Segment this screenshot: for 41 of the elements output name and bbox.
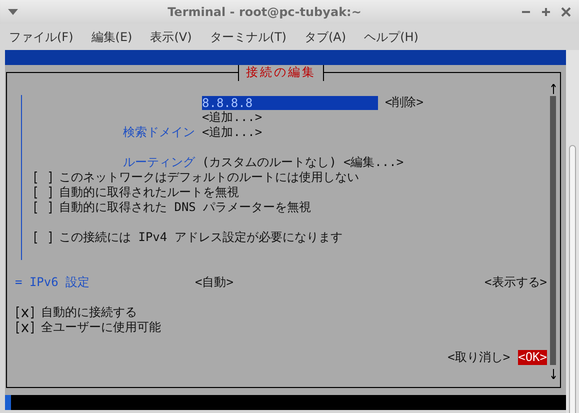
window-title: Terminal - root@pc-tubyak:~: [168, 4, 362, 21]
menu-item[interactable]: 編集(E): [82, 24, 142, 50]
scroll-up-icon[interactable]: [550, 84, 556, 94]
add-button[interactable]: <追加...>: [202, 125, 262, 140]
dialog-title: 接続の編集: [238, 65, 324, 81]
checkbox[interactable]: [33, 171, 53, 184]
terminal-cursor: [5, 395, 11, 410]
add-button[interactable]: <追加...>: [202, 110, 262, 125]
field-label: 検索ドメイン: [122, 125, 195, 140]
field-label: ルーティング: [122, 155, 195, 170]
checkbox-label: このネットワークはデフォルトのルートには使用しない: [59, 170, 359, 185]
menu-item[interactable]: 表示(V): [141, 24, 201, 50]
checkbox-label: 自動的に接続する: [41, 305, 137, 320]
menu-item[interactable]: ターミナル(T): [200, 24, 296, 50]
checkbox-label: 自動的に取得されたルートを無視: [59, 185, 239, 200]
checkbox[interactable]: [15, 321, 35, 334]
mode-button[interactable]: <自動>: [195, 275, 234, 290]
edit-button[interactable]: <編集...>: [343, 155, 404, 170]
checkbox-label: 全ユーザーに使用可能: [41, 320, 161, 335]
input-field[interactable]: 8.8.8.8: [202, 96, 378, 110]
checkbox[interactable]: [33, 201, 53, 214]
checkbox-label: この接続には IPv4 アドレス設定が必要になります: [59, 230, 342, 245]
dialog-button[interactable]: <取り消し>: [448, 350, 510, 365]
checkbox[interactable]: [15, 306, 35, 319]
remove-button[interactable]: <削除>: [385, 95, 424, 110]
section-label: = IPv6 設定: [15, 275, 91, 290]
menu-item[interactable]: タブ(A): [296, 24, 356, 50]
menu-item[interactable]: ヘルプ(H): [355, 24, 428, 50]
scroll-down-icon[interactable]: [550, 369, 556, 379]
show-button[interactable]: <表示する>: [484, 275, 547, 290]
window-scrollbar[interactable]: [569, 145, 576, 413]
checkbox[interactable]: [33, 231, 53, 244]
menu-item[interactable]: ファイル(F): [0, 24, 82, 50]
scrollbar[interactable]: [550, 96, 556, 365]
close-icon[interactable]: [561, 7, 571, 17]
checkbox-label: 自動的に取得された DNS パラメーターを無視: [59, 200, 312, 215]
window-menu-icon[interactable]: [8, 9, 18, 15]
maximize-icon[interactable]: [541, 7, 551, 17]
dialog-button[interactable]: <OK>: [518, 350, 547, 365]
checkbox[interactable]: [33, 186, 53, 199]
routing-value: (カスタムのルートなし): [202, 155, 336, 170]
